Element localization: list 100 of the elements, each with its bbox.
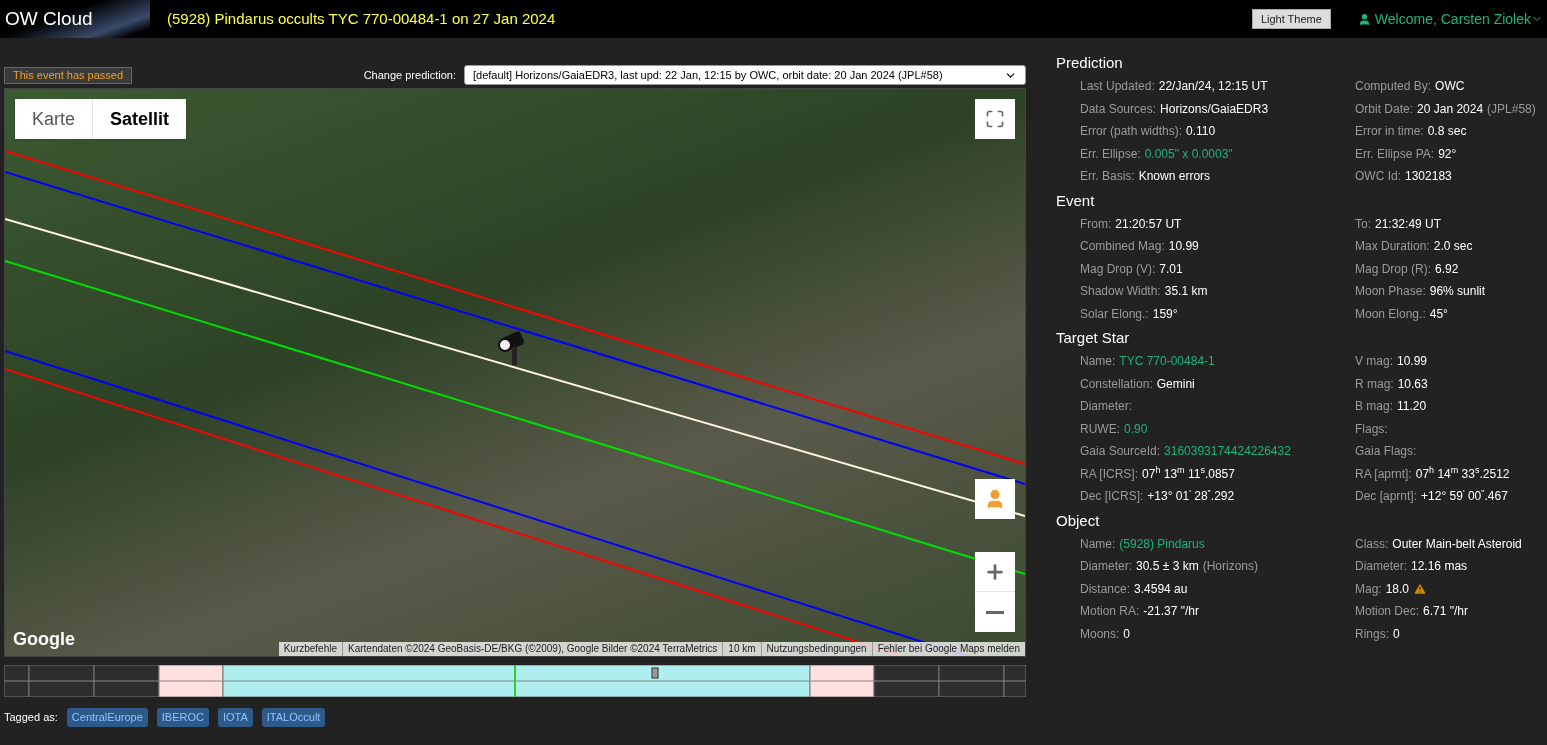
field-value[interactable]: 0.005" x 0.0003" [1144, 142, 1233, 165]
field-label: Distance: [1080, 580, 1131, 598]
map-type-tab[interactable]: Karte [15, 99, 93, 139]
field-value: 96% sunlit [1429, 283, 1486, 300]
section-title: Target Star [1056, 328, 1131, 348]
field-label: Solar Elong.: [1080, 305, 1149, 323]
field-label: Moon Phase: [1355, 283, 1426, 300]
field-value: +12° 59$^{'}$ 00$^{"}$.467 [1421, 486, 1508, 505]
field-value: 07$^{h}$ 14$^{m}$ 33$^{s}$.2512 [1415, 464, 1510, 483]
user-icon [1357, 12, 1371, 26]
field-label: Err. Basis: [1080, 168, 1135, 185]
field-value: 7.01 [1159, 260, 1183, 278]
field-value: 35.1 km [1164, 283, 1208, 300]
field-value: 159° [1152, 305, 1178, 323]
field-value: 20 Jan 2024 [1417, 100, 1484, 118]
field-label: Shadow Width: [1080, 283, 1161, 300]
field-label: Moon Elong.: [1355, 305, 1426, 323]
google-logo: Google [13, 628, 75, 651]
field-label: Last Updated: [1080, 78, 1155, 95]
field-value: 6.92 [1435, 260, 1459, 278]
field-label: Gaia SourceId: [1080, 443, 1161, 460]
field-value: 0 [1123, 625, 1131, 643]
field-value: +13° 01$^{'}$ 28$^{"}$.292 [1147, 486, 1235, 505]
field-label: RUWE: [1080, 420, 1120, 438]
field-value: 0.8 sec [1427, 123, 1467, 140]
field-label: V mag: [1355, 353, 1393, 370]
field-value: 1302183 [1405, 168, 1452, 185]
tags-label: Tagged as: [4, 710, 58, 725]
map-type-tab[interactable]: Satellit [92, 99, 187, 139]
field-note: (Horizons) [1202, 558, 1258, 575]
field-value: 10.63 [1397, 375, 1428, 393]
field-label: Flags: [1355, 420, 1388, 438]
tag-chip[interactable]: CentralEurope [66, 708, 148, 727]
field-value: 18.0 [1385, 580, 1410, 598]
map-attribution[interactable]: Fehler bei Google Maps melden [871, 642, 1025, 656]
field-value: 2.0 sec [1433, 238, 1473, 255]
field-value[interactable]: (5928) Pindarus [1119, 532, 1205, 555]
field-label: Diameter: [1355, 558, 1407, 575]
theme-button[interactable]: Light Theme [1251, 8, 1331, 30]
tag-chip[interactable]: IOTA [217, 708, 253, 727]
section-title: Object [1056, 510, 1101, 531]
section-title: Event [1056, 190, 1096, 211]
field-label: Err. Ellipse: [1080, 145, 1141, 163]
map-attribution[interactable]: Nutzungsbedingungen [760, 642, 872, 656]
field-value[interactable]: 3160393174424226432 [1164, 440, 1291, 463]
prediction-label: Change prediction: [363, 67, 456, 83]
field-label: Err. Ellipse PA: [1355, 145, 1435, 163]
field-label: Dec [ICRS]: [1080, 488, 1144, 505]
field-value[interactable]: 0.90 [1124, 417, 1148, 440]
field-label: RA [aprnt]: [1355, 465, 1412, 483]
field-value: 12.16 mas [1411, 558, 1468, 575]
field-value: Outer Main-belt Asteroid [1392, 535, 1522, 553]
field-label: Name: [1080, 353, 1116, 370]
tag-chip[interactable]: IBEROC [156, 708, 209, 727]
field-label: R mag: [1355, 375, 1394, 393]
map-attribution: Kartendaten ©2024 GeoBasis-DE/BKG (©2009), Google Bilder ©2024 TerraMetrics [342, 642, 723, 656]
field-label: Mag Drop (V): [1080, 260, 1156, 278]
field-value: -21.37 "/hr [1143, 603, 1199, 620]
field-label: To: [1355, 215, 1371, 233]
field-label: Motion RA: [1080, 603, 1140, 620]
field-label: Diameter: [1080, 398, 1132, 415]
field-label: Data Sources: [1080, 100, 1157, 118]
map-attribution[interactable]: 10 km [722, 642, 761, 656]
field-value: 6.71 "/hr [1423, 603, 1468, 620]
field-label: RA [ICRS]: [1080, 465, 1138, 483]
field-value: 0.110 [1186, 123, 1216, 140]
field-label: Mag Drop (R): [1355, 260, 1431, 278]
field-label: Dec [aprnt]: [1355, 488, 1418, 505]
field-value: 10.99 [1397, 353, 1428, 370]
field-value: Gemini [1156, 375, 1195, 393]
field-value: 45° [1429, 305, 1448, 323]
field-label: Error in time: [1355, 123, 1424, 140]
field-label: Max Duration: [1355, 238, 1430, 255]
map-view[interactable]: Karte Satellit Google Kurzbefehle Kartendaten ©2024 GeoBasis-DE/BKG (©2009), Google Bilder ©2024 TerraMetrics 10 km Nutzungsbedingungen Fehler bei Google Maps melden [4, 88, 1026, 657]
field-value: 3.4594 au [1134, 580, 1188, 598]
prediction-select[interactable]: [default] Horizons/GaiaEDR3, last upd: 22 Jan, 12:15 by OWC, orbit date: 20 Jan 2024 (JPL#58) [464, 65, 1026, 85]
field-label: Constellation: [1080, 375, 1153, 393]
field-value[interactable]: TYC 770-00484-1 [1119, 350, 1215, 373]
field-value: 10.99 [1168, 238, 1199, 255]
map-attribution[interactable]: Kurzbefehle [278, 642, 343, 656]
field-label: Mag: [1355, 580, 1382, 598]
field-label: From: [1080, 215, 1112, 233]
field-value: 30.5 ± 3 km [1136, 558, 1199, 575]
field-label: OWC Id: [1355, 168, 1401, 185]
field-label: Class: [1355, 535, 1389, 553]
field-value: 11.20 [1397, 398, 1427, 415]
field-value: Known errors [1138, 168, 1211, 185]
telescope-icon [498, 330, 525, 365]
fullscreen-icon [985, 109, 1005, 129]
field-label: Name: [1080, 535, 1116, 553]
field-label: Computed By: [1355, 78, 1432, 95]
field-label: Gaia Flags: [1355, 443, 1417, 460]
section-title: Prediction [1056, 53, 1124, 73]
fullscreen-button[interactable] [975, 99, 1015, 139]
field-value: 21:32:49 UT [1375, 215, 1442, 233]
brand-logo[interactable]: OW Cloud [0, 0, 150, 38]
tag-chip[interactable]: ITALOccult [261, 708, 326, 727]
event-title: (5928) Pindarus occults TYC 770-00484-1 on 27 Jan 2024 [167, 8, 556, 29]
welcome-menu[interactable]: Welcome, Carsten Ziolek [1374, 8, 1531, 30]
status-badge: This event has passed [4, 66, 133, 84]
